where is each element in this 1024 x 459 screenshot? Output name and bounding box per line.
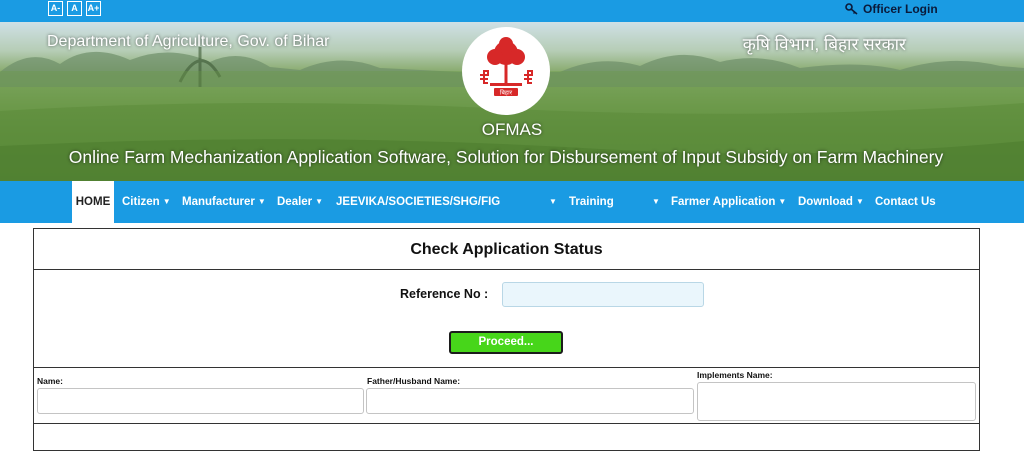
name-label: Name: [37, 376, 63, 386]
caret-down-icon: ▼ [257, 197, 266, 206]
reference-no-input[interactable] [502, 282, 704, 307]
implements-name-field[interactable] [697, 382, 976, 421]
father-husband-name-label: Father/Husband Name: [367, 376, 461, 386]
page-title: Check Application Status [34, 229, 979, 270]
caret-down-icon: ▼ [162, 197, 171, 206]
nav-jeevika[interactable]: JEEVIKA/SOCIETIES/SHG/FIG [336, 181, 500, 223]
officer-login-link[interactable]: Officer Login [845, 2, 938, 16]
nav-dealer-label: Dealer [277, 196, 313, 208]
department-hindi: कृषि विभाग, बिहार सरकार [742, 35, 906, 54]
nav-farmer-application-label: Farmer Application [671, 196, 776, 208]
department-english: Department of Agriculture, Gov. of Bihar [47, 33, 330, 50]
nav-jeevika-label: JEEVIKA/SOCIETIES/SHG/FIG [336, 196, 501, 208]
site-title: OFMAS [481, 120, 543, 139]
caret-down-icon: ▼ [855, 197, 864, 206]
caret-down-icon[interactable]: ▼ [652, 181, 660, 223]
nav-manufacturer[interactable]: Manufacturer ▼ [182, 181, 266, 223]
caret-down-icon: ▼ [778, 197, 787, 206]
font-increase-button[interactable]: A+ [86, 1, 101, 16]
father-husband-name-field[interactable] [366, 388, 694, 414]
font-reset-button[interactable]: A [67, 1, 82, 16]
nav-home[interactable]: HOME [72, 181, 114, 223]
proceed-button[interactable]: Proceed... [449, 331, 563, 354]
nav-download[interactable]: Download ▼ [798, 181, 864, 223]
caret-down-icon[interactable]: ▼ [549, 181, 557, 223]
name-field[interactable] [37, 388, 364, 414]
check-status-panel: Check Application Status Reference No : … [33, 228, 980, 451]
nav-contact-us[interactable]: Contact Us [875, 181, 936, 223]
nav-citizen-label: Citizen [122, 196, 160, 208]
nav-dealer[interactable]: Dealer ▼ [277, 181, 323, 223]
applicant-details-section: Name: Father/Husband Name: Implements Na… [34, 367, 979, 424]
font-size-controls: A- A A+ [48, 1, 101, 16]
nav-farmer-application[interactable]: Farmer Application ▼ [671, 181, 786, 223]
key-icon [845, 3, 858, 15]
site-subtitle: Online Farm Mechanization Application So… [68, 147, 944, 167]
main-navigation: HOME Citizen ▼ Manufacturer ▼ Dealer ▼ JEEV… [0, 181, 1024, 223]
top-utility-bar: A- A A+ Officer Login [0, 0, 1024, 22]
nav-training[interactable]: Training [569, 181, 614, 223]
reference-no-label: Reference No : [400, 287, 489, 301]
font-decrease-button[interactable]: A- [48, 1, 63, 16]
nav-training-label: Training [569, 196, 614, 208]
implements-name-label: Implements Name: [697, 370, 773, 380]
caret-down-icon: ▼ [315, 197, 324, 206]
officer-login-label: Officer Login [863, 2, 938, 16]
hero-banner: Department of Agriculture, Gov. of Bihar… [0, 22, 1024, 181]
nav-download-label: Download [798, 196, 853, 208]
nav-manufacturer-label: Manufacturer [182, 196, 255, 208]
bihar-emblem-logo[interactable]: बिहार [462, 27, 550, 115]
bodhi-tree-emblem: बिहार [480, 37, 533, 97]
emblem-label: बिहार [500, 89, 513, 97]
nav-citizen[interactable]: Citizen ▼ [122, 181, 171, 223]
